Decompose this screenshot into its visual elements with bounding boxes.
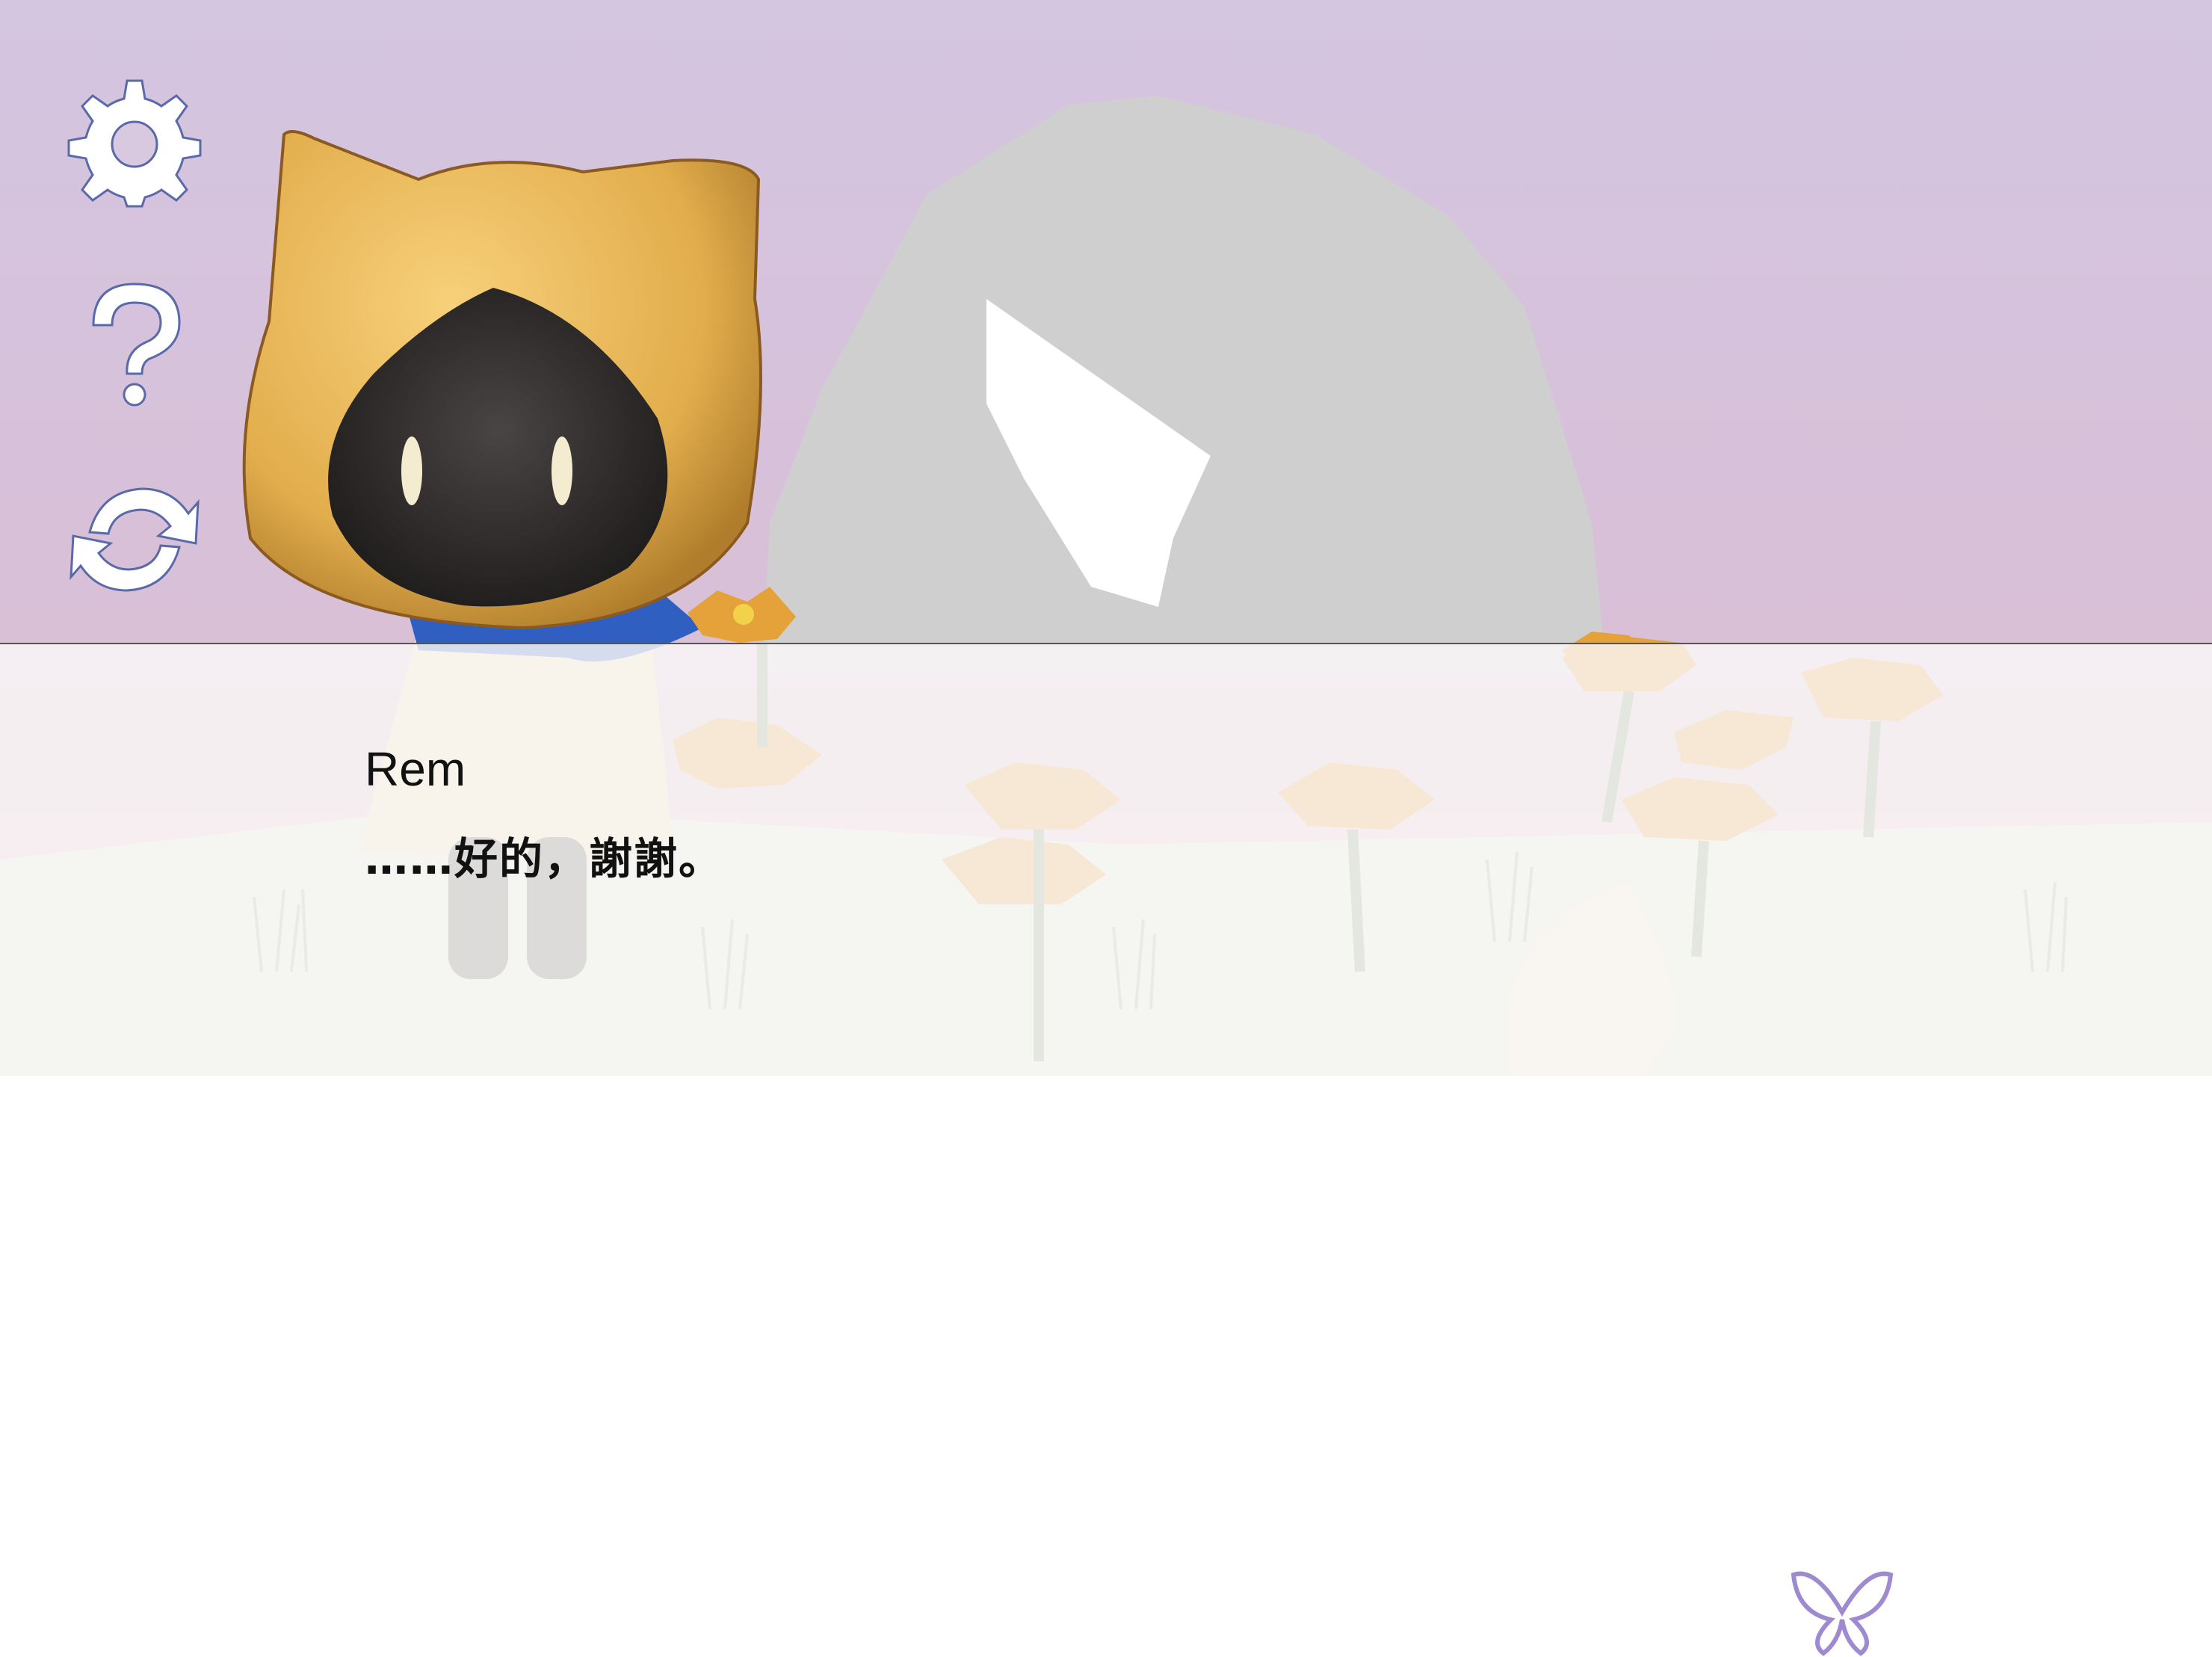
question-mark-icon [92,283,181,407]
character-eye-right [552,436,572,505]
settings-button[interactable] [67,73,202,208]
dialog-text: ……好的，謝謝。 [365,833,724,884]
refresh-icon [69,487,200,592]
help-button[interactable] [67,277,202,411]
gear-icon [67,79,202,208]
character-eye-left [401,436,422,505]
dialog-box[interactable]: Rem ……好的，謝謝。 [0,643,2212,1656]
speaker-name: Rem [365,742,466,796]
butterfly-icon [1791,1571,1894,1656]
replay-button[interactable] [67,472,202,607]
